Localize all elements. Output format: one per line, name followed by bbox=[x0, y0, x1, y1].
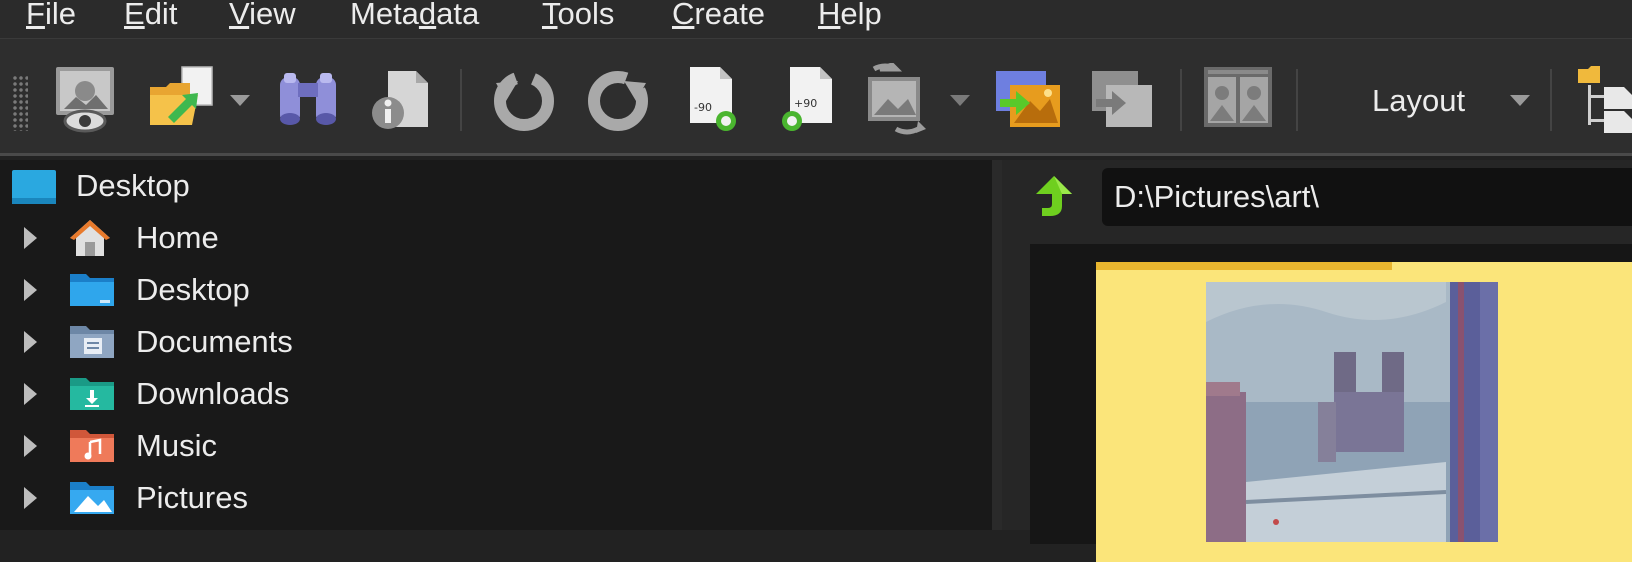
image-send-icon bbox=[996, 71, 1060, 127]
tree-item-label: Pictures bbox=[136, 480, 248, 515]
rotate-left-badge: -90 bbox=[694, 101, 712, 114]
up-folder-button[interactable] bbox=[1032, 172, 1076, 220]
toolbar-separator bbox=[1296, 69, 1298, 131]
tree-item-home[interactable]: Home bbox=[0, 212, 992, 264]
file-rotate-right-icon: +90 bbox=[782, 67, 832, 131]
rotate-right-badge: +90 bbox=[794, 97, 817, 110]
tree-item-pictures[interactable]: Pictures bbox=[0, 472, 992, 524]
toolbar-separator bbox=[460, 69, 462, 131]
menu-help[interactable]: Help bbox=[818, 0, 882, 34]
compare-images-icon bbox=[1204, 67, 1272, 127]
tree-item-downloads[interactable]: Downloads bbox=[0, 368, 992, 420]
expand-arrow-icon[interactable] bbox=[24, 487, 37, 509]
expand-arrow-icon[interactable] bbox=[24, 435, 37, 457]
home-icon bbox=[68, 218, 112, 258]
menu-create[interactable]: Create bbox=[672, 0, 765, 34]
layout-button[interactable]: Layout bbox=[1372, 79, 1465, 123]
menu-metadata[interactable]: Metadata bbox=[350, 0, 479, 34]
folder-tree: Desktop Home Desktop Documents Downloads bbox=[0, 160, 992, 530]
menu-view[interactable]: View bbox=[229, 0, 296, 34]
expand-arrow-icon[interactable] bbox=[24, 227, 37, 249]
open-folder-button[interactable] bbox=[146, 63, 218, 135]
downloads-folder-icon bbox=[70, 374, 114, 414]
expand-arrow-icon[interactable] bbox=[24, 331, 37, 353]
arrow-up-icon bbox=[1036, 176, 1072, 216]
toolbar-grip[interactable] bbox=[12, 75, 28, 131]
tree-item-label: Home bbox=[136, 220, 219, 255]
rotate-file-right-button[interactable]: +90 bbox=[772, 63, 844, 135]
rotate-left-button[interactable] bbox=[488, 63, 560, 135]
chevron-down-icon[interactable] bbox=[948, 91, 972, 109]
desktop-icon bbox=[12, 168, 56, 208]
menu-bar: File Edit View Metadata Tools Create Hel… bbox=[0, 0, 1632, 38]
photo-eye-icon bbox=[56, 67, 114, 133]
rotate-file-left-button[interactable]: -90 bbox=[680, 63, 752, 135]
folder-import-icon bbox=[150, 66, 213, 125]
thumbnail-tile-selected[interactable] bbox=[1096, 262, 1632, 562]
file-rotate-left-icon: -90 bbox=[690, 67, 736, 131]
tree-item-label: Desktop bbox=[136, 272, 250, 307]
tree-item-label: Documents bbox=[136, 324, 293, 359]
pictures-folder-icon bbox=[70, 478, 114, 518]
send-to-button[interactable] bbox=[992, 63, 1064, 135]
rotate-right-icon bbox=[587, 70, 649, 132]
pane-splitter[interactable] bbox=[992, 160, 1002, 530]
chevron-down-icon[interactable] bbox=[228, 91, 252, 109]
convert-images-button[interactable] bbox=[860, 62, 932, 135]
documents-folder-icon bbox=[70, 322, 114, 362]
file-info-icon bbox=[372, 71, 428, 129]
tree-item-label: Music bbox=[136, 428, 217, 463]
expand-arrow-icon[interactable] bbox=[24, 279, 37, 301]
tree-item-music[interactable]: Music bbox=[0, 420, 992, 472]
convert-images-icon bbox=[868, 62, 926, 135]
binoculars-icon bbox=[280, 73, 336, 125]
tree-root-desktop[interactable]: Desktop bbox=[0, 160, 992, 212]
properties-button[interactable] bbox=[366, 63, 438, 135]
toolbar-separator bbox=[1180, 69, 1182, 131]
compare-button[interactable] bbox=[1202, 63, 1274, 135]
view-image-button[interactable] bbox=[50, 63, 122, 135]
desktop-folder-icon bbox=[70, 270, 114, 310]
thumbnail-grid bbox=[1030, 244, 1632, 562]
toolbar: -90 +90 Layout bbox=[0, 38, 1632, 156]
menu-edit[interactable]: Edit bbox=[124, 0, 177, 34]
folder-tree-button[interactable] bbox=[1574, 63, 1632, 135]
file-browser: D:\Pictures\art\ bbox=[1002, 160, 1632, 562]
menu-tools[interactable]: Tools bbox=[542, 0, 614, 34]
tree-item-desktop[interactable]: Desktop bbox=[0, 264, 992, 316]
toolbar-separator bbox=[1550, 69, 1552, 131]
folder-tree-icon bbox=[1578, 66, 1632, 133]
search-button[interactable] bbox=[272, 63, 344, 135]
rotate-right-button[interactable] bbox=[582, 63, 654, 135]
expand-arrow-icon[interactable] bbox=[24, 383, 37, 405]
path-input[interactable]: D:\Pictures\art\ bbox=[1102, 168, 1632, 226]
chevron-down-icon[interactable] bbox=[1508, 91, 1532, 109]
rotate-left-icon bbox=[493, 70, 555, 132]
painting-thumbnail bbox=[1206, 282, 1498, 542]
tree-item-documents[interactable]: Documents bbox=[0, 316, 992, 368]
tree-item-label: Downloads bbox=[136, 376, 290, 411]
image-move-icon bbox=[1092, 71, 1152, 127]
menu-file[interactable]: File bbox=[26, 0, 76, 34]
music-folder-icon bbox=[70, 426, 114, 466]
tree-root-label: Desktop bbox=[76, 168, 190, 203]
move-button[interactable] bbox=[1086, 63, 1158, 135]
